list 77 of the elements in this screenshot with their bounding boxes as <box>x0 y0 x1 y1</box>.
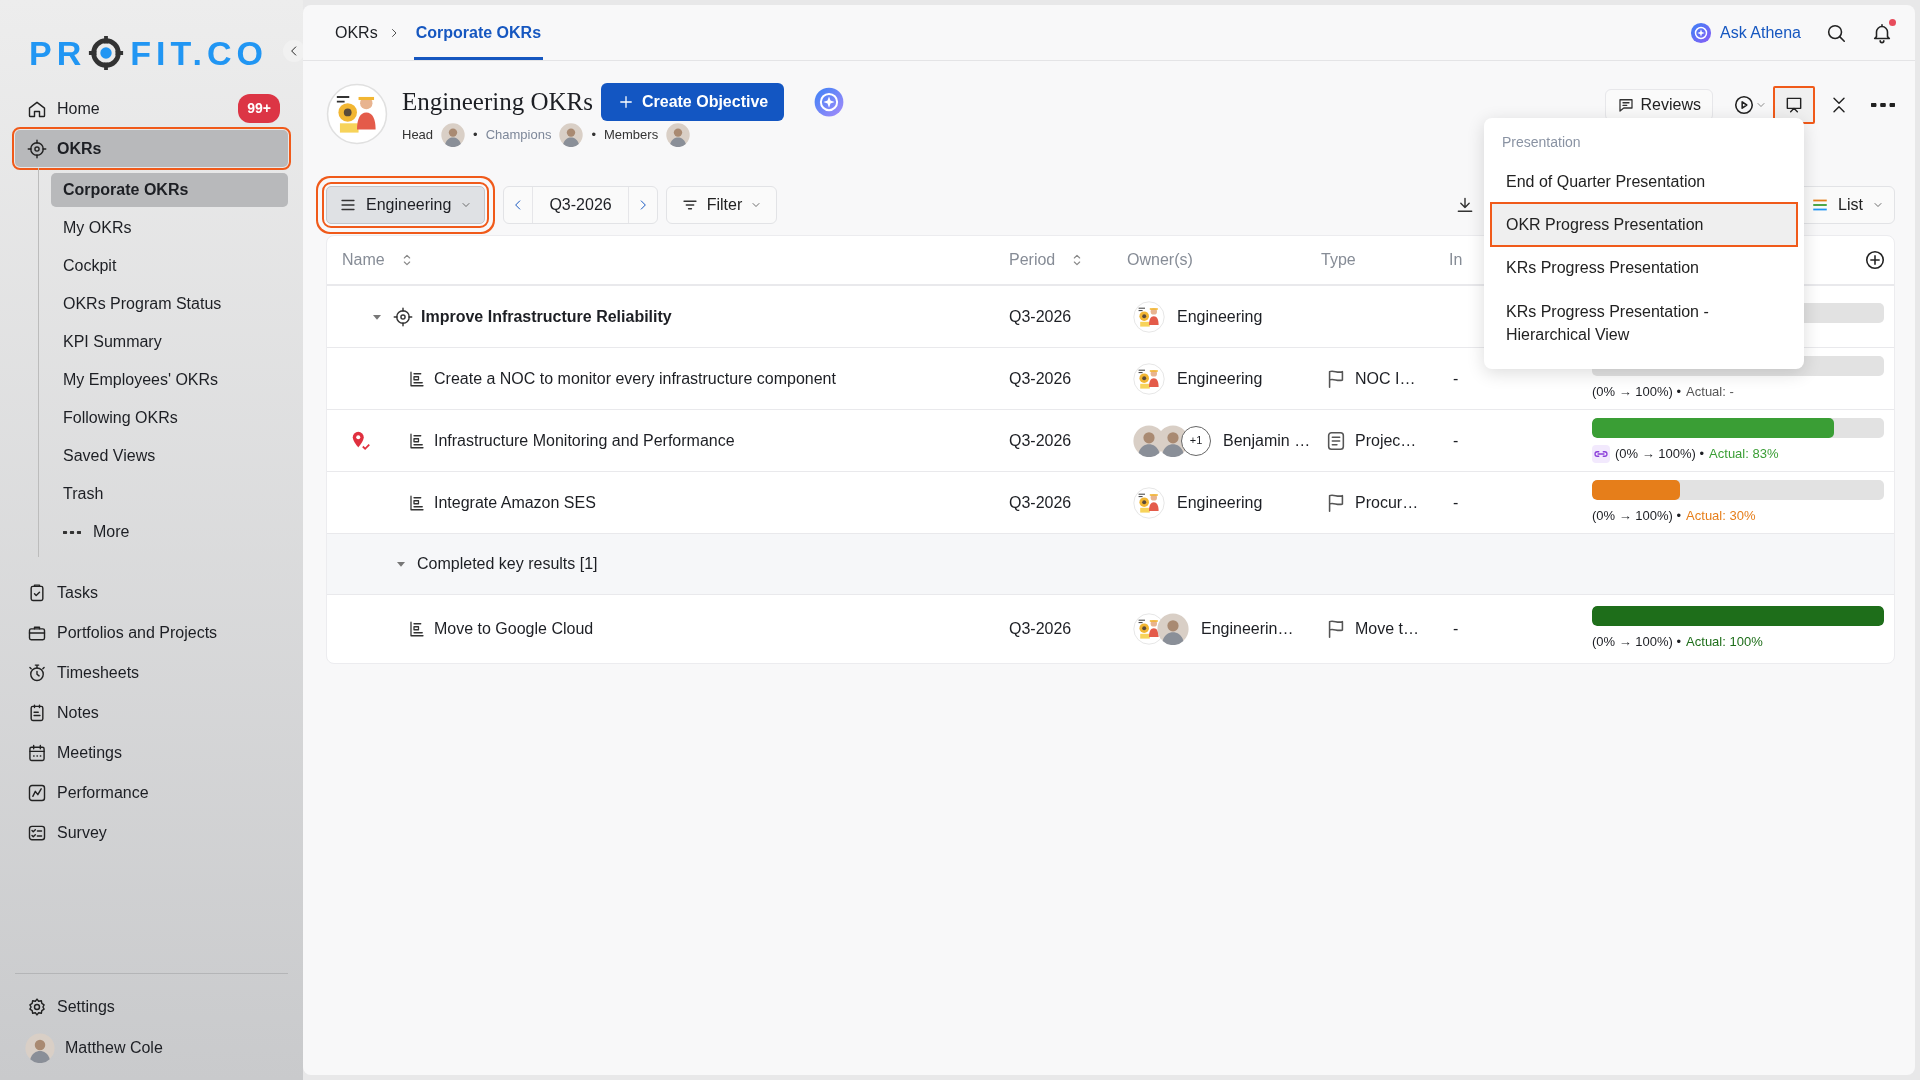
actual-value: Actual: 83% <box>1709 444 1779 463</box>
settings-link[interactable]: Settings <box>15 988 288 1025</box>
sidebar-subitem[interactable]: KPI Summary <box>51 325 288 359</box>
column-header: Period <box>1009 250 1056 270</box>
breadcrumb-link[interactable]: Corporate OKRs <box>413 5 544 60</box>
owner-name: Engineerin… <box>1201 619 1294 639</box>
sidebar-subitem[interactable]: Trash <box>51 477 288 511</box>
owner-name: Engineering <box>1177 368 1263 389</box>
sidebar-subitem[interactable]: Cockpit <box>51 249 288 283</box>
create-objective-button[interactable]: Create Objective <box>600 83 785 121</box>
count-badge: 99+ <box>238 94 280 123</box>
sidebar-subitem[interactable]: More <box>51 515 288 549</box>
target-range: (0% → 100%) • <box>1615 444 1705 463</box>
sidebar-item[interactable]: Home <box>15 90 239 127</box>
sidebar-item[interactable]: Tasks <box>15 574 288 611</box>
column-header: Owner(s) <box>1127 250 1193 270</box>
reviews-button[interactable]: Reviews <box>1604 89 1713 121</box>
sidebar-item[interactable]: OKRs <box>15 130 288 167</box>
role-label: Champions <box>485 126 552 145</box>
owner-name: Engineering <box>1177 492 1263 513</box>
sidebar-item[interactable]: Meetings <box>15 734 288 771</box>
owner-name: Engineering <box>1177 306 1263 327</box>
period-label: Q3-2026 <box>532 187 629 223</box>
period-text: Q3-2026 <box>1009 492 1072 513</box>
column-header: Name <box>342 250 385 270</box>
key-result-title[interactable]: Move to Google Cloud <box>434 617 594 641</box>
column-header: In <box>1449 250 1463 270</box>
group-title[interactable]: Completed key results [1] <box>417 552 598 576</box>
target-range: (0% → 100%) • <box>1592 506 1682 525</box>
filter-button[interactable]: Filter <box>665 186 778 224</box>
sidebar-item[interactable]: Portfolios and Projects <box>15 614 288 651</box>
logo-text: PR <box>29 36 87 70</box>
menu-heading: Presentation <box>1501 133 1582 152</box>
sidebar-subitem[interactable]: Corporate OKRs <box>51 173 288 207</box>
sidebar-subitem[interactable]: Following OKRs <box>51 401 288 435</box>
user-profile[interactable]: Matthew Cole <box>15 1029 288 1066</box>
type-text: Move t… <box>1355 619 1419 639</box>
menu-item[interactable]: OKR Progress Presentation <box>1492 204 1796 246</box>
target-range: (0% → 100%) • <box>1592 382 1682 401</box>
sidebar-subitem[interactable]: Saved Views <box>51 439 288 473</box>
objective-title[interactable]: Improve Infrastructure Reliability <box>421 304 672 329</box>
page-title: Engineering OKRs <box>402 87 593 118</box>
role-label: Members <box>603 126 659 145</box>
ask-athena-link[interactable]: Ask Athena <box>1690 20 1801 45</box>
sidebar-item[interactable]: Timesheets <box>15 654 288 691</box>
separator-dot: • <box>473 126 478 145</box>
more-owners-badge[interactable]: +1 <box>1181 425 1211 456</box>
type-text: Projec… <box>1355 430 1417 451</box>
period-text: Q3-2026 <box>1009 619 1072 639</box>
owner-name: Benjamin … <box>1223 430 1311 451</box>
period-text: Q3-2026 <box>1009 368 1072 389</box>
initiative-text: - <box>1453 368 1459 389</box>
type-text: NOC I… <box>1355 368 1416 389</box>
actual-value: Actual: 100% <box>1686 633 1763 652</box>
key-result-title[interactable]: Create a NOC to monitor every infrastructure component <box>434 366 836 391</box>
sidebar-item[interactable]: Survey <box>15 814 288 851</box>
type-text: Procur… <box>1355 492 1419 513</box>
logo-text: FIT.CO <box>130 36 268 70</box>
key-result-title[interactable]: Infrastructure Monitoring and Performance <box>434 428 735 453</box>
sidebar-subitem[interactable]: My OKRs <box>51 211 288 245</box>
initiative-text: - <box>1453 492 1459 513</box>
actual-value: Actual: 30% <box>1686 506 1756 525</box>
period-text: Q3-2026 <box>1009 430 1072 451</box>
key-result-title[interactable]: Integrate Amazon SES <box>434 490 596 515</box>
sidebar-item[interactable]: Notes <box>15 694 288 731</box>
target-range: (0% → 100%) • <box>1592 633 1682 652</box>
initiative-text: - <box>1453 430 1459 451</box>
actual-value: Actual: - <box>1686 382 1734 401</box>
separator-dot: • <box>591 126 596 145</box>
sidebar-subitem[interactable]: My Employees' OKRs <box>51 363 288 397</box>
role-label: Head <box>402 126 434 145</box>
period-text: Q3-2026 <box>1009 306 1072 327</box>
sidebar-item[interactable]: Performance <box>15 774 288 811</box>
sidebar-subitem[interactable]: OKRs Program Status <box>51 287 288 321</box>
initiative-text: - <box>1453 619 1459 639</box>
column-header: Type <box>1321 250 1356 270</box>
breadcrumb-link[interactable]: OKRs <box>333 5 380 60</box>
